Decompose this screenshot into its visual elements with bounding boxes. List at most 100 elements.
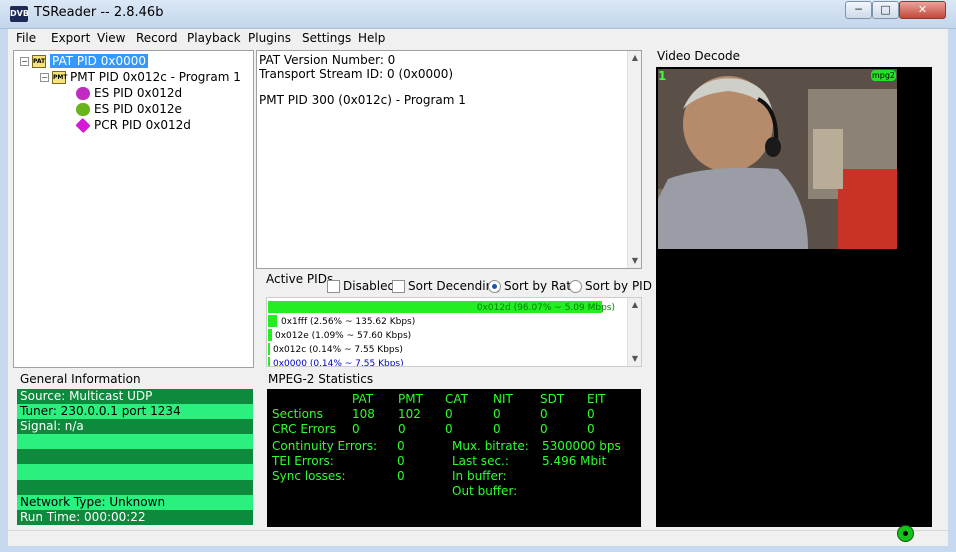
crc-eit: 0 bbox=[587, 422, 595, 436]
general-info-label: General Information bbox=[18, 372, 143, 386]
tree-label-pmt: PMT PID 0x012c - Program 1 bbox=[70, 70, 241, 84]
sections-sdt: 0 bbox=[540, 407, 548, 421]
video-thumbnail bbox=[658, 69, 897, 249]
pid-row-text: 0x0000 (0.14% ~ 7.55 Kbps) bbox=[273, 359, 404, 367]
col-pat: PAT bbox=[352, 392, 374, 406]
window-title: TSReader -- 2.8.46b bbox=[34, 5, 164, 20]
tuner-row: Tuner: 230.0.0.1 port 1234 bbox=[17, 404, 253, 420]
pid-rate-bar bbox=[268, 315, 277, 327]
video-scrollbar[interactable] bbox=[934, 67, 946, 527]
pat-version: PAT Version Number: 0 bbox=[259, 53, 396, 67]
pid-row-text: 0x012d (96.07% ~ 5.09 Mbps) bbox=[476, 303, 615, 313]
tree-node-pat[interactable]: − PAT PAT PID 0x0000 bbox=[20, 53, 148, 69]
pid-row[interactable]: 0x1fff (2.56% ~ 135.62 Kbps) bbox=[267, 315, 615, 329]
pid-row[interactable]: 0x012e (1.09% ~ 57.60 Kbps) bbox=[267, 329, 615, 343]
app-icon: DVB bbox=[10, 6, 29, 22]
checkbox-icon bbox=[327, 279, 340, 293]
pid-list-scrollbar[interactable]: ▲ ▼ bbox=[627, 298, 641, 366]
scroll-up-icon[interactable]: ▲ bbox=[628, 298, 641, 312]
col-nit: NIT bbox=[493, 392, 513, 406]
video-frame bbox=[658, 69, 897, 249]
checkbox-icon bbox=[392, 279, 405, 293]
audio-stream-icon bbox=[76, 86, 90, 100]
program-tree[interactable]: − PAT PAT PID 0x0000 − PMT PMT PID 0x012… bbox=[13, 50, 254, 368]
radio-selected-icon bbox=[488, 279, 501, 293]
col-cat: CAT bbox=[445, 392, 468, 406]
col-sdt: SDT bbox=[540, 392, 565, 406]
tei-label: TEI Errors: bbox=[272, 454, 334, 468]
menu-playback[interactable]: Playback bbox=[187, 31, 241, 45]
pid-row[interactable]: 0x0000 (0.14% ~ 7.55 Kbps) bbox=[267, 357, 615, 367]
menu-view[interactable]: View bbox=[97, 31, 125, 45]
pat-icon: PAT bbox=[32, 54, 46, 68]
menu-plugins[interactable]: Plugins bbox=[248, 31, 291, 45]
continuity-label: Continuity Errors: bbox=[272, 439, 378, 453]
status-bar bbox=[8, 530, 948, 546]
continuity-value: 0 bbox=[397, 439, 405, 453]
sync-value: 0 bbox=[397, 469, 405, 483]
scroll-down-icon[interactable]: ▼ bbox=[628, 254, 642, 268]
tree-node-pcr[interactable]: PCR PID 0x012d bbox=[75, 117, 191, 133]
collapse-icon[interactable]: − bbox=[20, 56, 29, 66]
sort-descending-label: Sort Decending bbox=[408, 279, 501, 293]
crc-nit: 0 bbox=[493, 422, 501, 436]
scroll-down-icon[interactable]: ▼ bbox=[628, 352, 641, 366]
video-channel-number: 1 bbox=[658, 69, 667, 83]
minimize-button[interactable]: ─ bbox=[845, 1, 872, 19]
source-row: Source: Multicast UDP bbox=[17, 389, 253, 405]
sections-label: Sections bbox=[272, 407, 323, 421]
pat-info-panel[interactable]: PAT Version Number: 0 Transport Stream I… bbox=[256, 50, 642, 269]
crc-sdt: 0 bbox=[540, 422, 548, 436]
pmt-icon: PMT bbox=[52, 70, 67, 84]
run-time-row: Run Time: 000:00:22 bbox=[17, 509, 253, 525]
col-pmt: PMT bbox=[398, 392, 423, 406]
pid-row-text: 0x012e (1.09% ~ 57.60 Kbps) bbox=[275, 331, 412, 341]
sort-by-pid-label: Sort by PID bbox=[585, 279, 652, 293]
radiation-icon bbox=[897, 525, 914, 542]
empty-row bbox=[17, 479, 253, 495]
sort-descending-checkbox[interactable]: Sort Decending bbox=[392, 279, 501, 293]
radio-icon bbox=[569, 279, 582, 293]
tree-node-es-video[interactable]: ES PID 0x012e bbox=[76, 101, 182, 117]
pid-rate-bar bbox=[268, 357, 270, 366]
active-pids-list[interactable]: ▲ ▼ 0x012d (96.07% ~ 5.09 Mbps) 0x1fff (2… bbox=[266, 297, 642, 367]
crc-cat: 0 bbox=[445, 422, 453, 436]
tei-value: 0 bbox=[397, 454, 405, 468]
pid-row-text: 0x1fff (2.56% ~ 135.62 Kbps) bbox=[281, 317, 416, 327]
tree-label-es-video: ES PID 0x012e bbox=[94, 102, 182, 116]
sort-by-rate-radio[interactable]: Sort by Rate bbox=[488, 279, 578, 293]
collapse-icon[interactable]: − bbox=[40, 72, 49, 82]
pid-row[interactable]: 0x012c (0.14% ~ 7.55 Kbps) bbox=[267, 343, 615, 357]
tree-node-pmt[interactable]: − PMT PMT PID 0x012c - Program 1 bbox=[40, 69, 241, 85]
out-buffer-label: Out buffer: bbox=[452, 484, 518, 498]
sort-by-pid-radio[interactable]: Sort by PID bbox=[569, 279, 652, 293]
title-bar: DVB TSReader -- 2.8.46b ─ □ ✕ bbox=[0, 0, 956, 29]
empty-row bbox=[17, 449, 253, 465]
mpeg-stats-label: MPEG-2 Statistics bbox=[266, 372, 376, 386]
crc-label: CRC Errors bbox=[272, 422, 336, 436]
pid-rate-bar bbox=[268, 329, 272, 341]
menu-settings[interactable]: Settings bbox=[302, 31, 351, 45]
video-stream-icon bbox=[76, 102, 90, 116]
crc-pmt: 0 bbox=[398, 422, 406, 436]
tree-node-es-audio[interactable]: ES PID 0x012d bbox=[76, 85, 182, 101]
maximize-button[interactable]: □ bbox=[872, 1, 899, 19]
pat-info-scrollbar[interactable]: ▲ ▼ bbox=[627, 51, 641, 268]
disabled-checkbox[interactable]: Disabled bbox=[327, 279, 395, 293]
mux-label: Mux. bitrate: bbox=[452, 439, 529, 453]
last-sec-label: Last sec.: bbox=[452, 454, 509, 468]
menu-record[interactable]: Record bbox=[136, 31, 177, 45]
sections-pmt: 102 bbox=[398, 407, 421, 421]
scroll-up-icon[interactable]: ▲ bbox=[628, 51, 642, 65]
pcr-icon bbox=[75, 117, 91, 133]
close-button[interactable]: ✕ bbox=[899, 1, 946, 19]
empty-row bbox=[17, 464, 253, 480]
menu-export[interactable]: Export bbox=[51, 31, 90, 45]
sort-by-rate-label: Sort by Rate bbox=[504, 279, 579, 293]
menu-file[interactable]: File bbox=[16, 31, 36, 45]
sections-pat: 108 bbox=[352, 407, 375, 421]
pid-row-text: 0x012c (0.14% ~ 7.55 Kbps) bbox=[273, 345, 403, 355]
pid-row[interactable]: 0x012d (96.07% ~ 5.09 Mbps) bbox=[267, 301, 615, 315]
menu-help[interactable]: Help bbox=[358, 31, 385, 45]
sync-label: Sync losses: bbox=[272, 469, 346, 483]
